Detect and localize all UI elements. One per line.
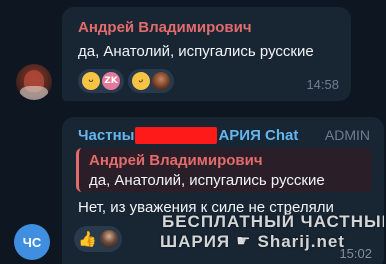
reaction-pill[interactable]: ᵕ [128, 69, 174, 93]
watermark-line1: БЕСПЛАТНЫЙ ЧАСТНЫЙ [162, 212, 384, 231]
reply-sender-name: Андрей Владимирович [89, 152, 263, 169]
message-bubble[interactable]: Частны АРИЯ Chat ADMIN Андрей Владимиров… [62, 117, 384, 264]
sender-avatar[interactable] [16, 64, 52, 100]
reaction-pill[interactable]: ᵕ ZK [78, 69, 124, 93]
rolling-laughing-face-icon: ᵕ [129, 69, 153, 93]
zk-sticker-icon: ZK [102, 72, 120, 90]
message-time: 15:02 [339, 246, 372, 261]
watermark-site: Sharij.net [257, 232, 345, 251]
channel-name-prefix: Частны [78, 127, 135, 144]
message-bubble[interactable]: Андрей Владимирович да, Анатолий, испуга… [62, 7, 351, 101]
redaction-box [135, 127, 218, 144]
message-reactions: ᵕ ZK ᵕ [78, 69, 174, 93]
watermark-line2: ШАРИЯ ☛ Sharij.net [160, 233, 345, 250]
channel-name-suffix: АРИЯ Chat [218, 127, 299, 144]
user-avatar-icon [99, 230, 118, 248]
admin-badge: ADMIN [324, 127, 370, 143]
message-sender-name[interactable]: Андрей Владимирович [78, 19, 252, 36]
pointing-hand-icon: ☛ [236, 232, 252, 250]
message-text: да, Анатолий, испугались русские [78, 43, 314, 60]
reaction-pill[interactable]: 👍 [74, 226, 122, 252]
message-time: 14:58 [306, 77, 339, 92]
message-reactions: 👍 [74, 226, 122, 252]
grinning-face-icon: ᵕ [82, 72, 100, 90]
user-avatar-icon [152, 72, 170, 90]
channel-avatar[interactable]: ЧС [14, 224, 50, 260]
watermark-text: ШАРИЯ [160, 232, 231, 251]
reply-text: да, Анатолий, испугались русские [89, 172, 325, 189]
channel-sender-name[interactable]: Частны АРИЯ Chat [78, 127, 298, 144]
reply-quote[interactable]: Андрей Владимирович да, Анатолий, испуга… [76, 148, 372, 192]
thumbs-up-icon: 👍 [78, 230, 97, 248]
